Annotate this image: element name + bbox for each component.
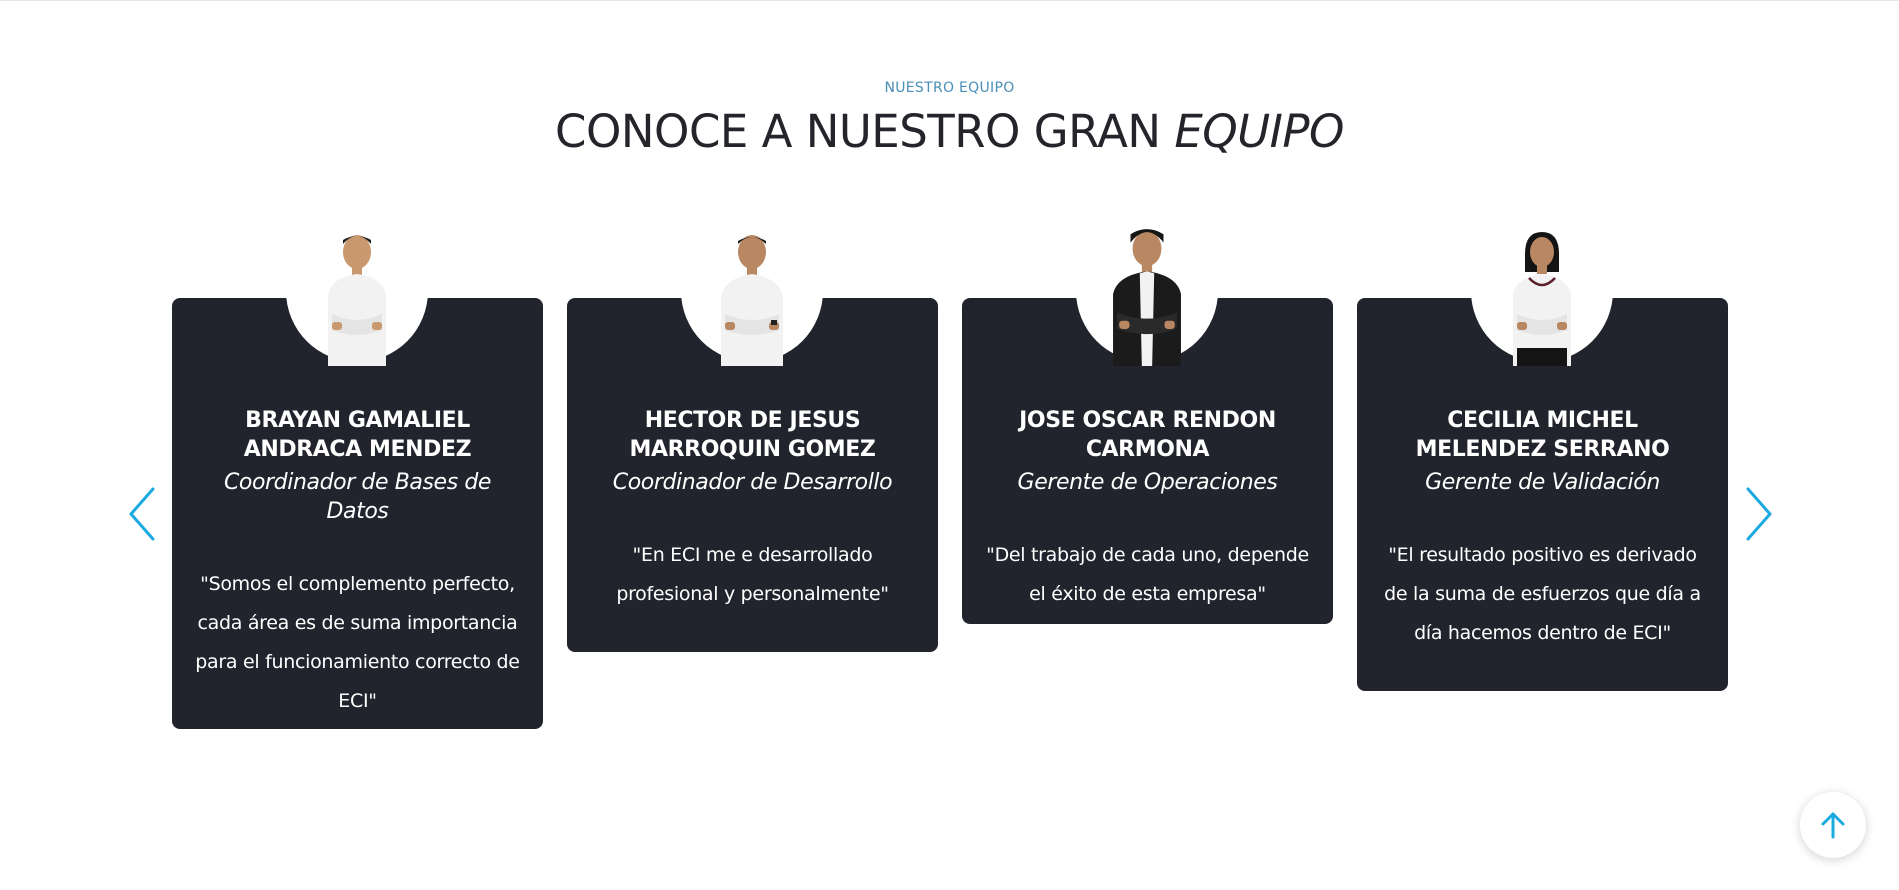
team-member-role: Gerente de Operaciones (1017, 470, 1278, 495)
section-eyebrow: NUESTRO EQUIPO (884, 80, 1015, 96)
chevron-right-icon (1746, 487, 1772, 541)
team-member-name: CECILIA MICHEL MELENDEZ SERRANO (1415, 408, 1670, 462)
carousel-prev-button[interactable] (122, 482, 162, 546)
team-member-photo (1513, 232, 1571, 366)
team-photo-frame (681, 235, 823, 366)
team-member-quote: "El resultado positivo es derivado de la… (1384, 544, 1701, 644)
team-member-name: HECTOR DE JESUS MARROQUIN GOMEZ (629, 408, 876, 462)
team-member-name: JOSE OSCAR RENDON CARMONA (1019, 408, 1276, 462)
team-member-photo (1113, 229, 1181, 366)
team-member-name: BRAYAN GAMALIEL ANDRACA MENDEZ (243, 408, 472, 462)
team-photo-frame (1471, 232, 1613, 366)
arrow-up-icon (1821, 812, 1845, 839)
team-member-quote: "Somos el complemento perfecto, cada áre… (195, 573, 520, 712)
top-divider (0, 0, 1899, 1)
scroll-to-top-button[interactable] (1800, 792, 1866, 858)
team-photo-frame (286, 235, 428, 366)
team-card: CECILIA MICHEL MELENDEZ SERRANO Gerente … (1357, 232, 1728, 691)
chevron-left-icon (129, 487, 155, 541)
team-member-role: Gerente de Validación (1425, 470, 1660, 495)
team-member-quote: "En ECI me e desarrollado profesional y … (616, 544, 889, 605)
team-member-photo (721, 235, 783, 366)
section-title: CONOCE A NUESTRO GRAN EQUIPO (0, 102, 1899, 162)
section-title-main: CONOCE A NUESTRO GRAN (555, 105, 1175, 158)
team-card: HECTOR DE JESUS MARROQUIN GOMEZ Coordina… (567, 235, 938, 652)
team-photo-frame (1076, 229, 1218, 366)
section-title-emphasis: EQUIPO (1174, 105, 1344, 158)
team-member-role: Coordinador de Bases de Datos (223, 470, 492, 524)
team-member-quote: "Del trabajo de cada uno, depende el éxi… (986, 544, 1309, 605)
carousel-next-button[interactable] (1739, 482, 1779, 546)
team-card: BRAYAN GAMALIEL ANDRACA MENDEZ Coordinad… (172, 235, 543, 729)
team-member-photo (328, 235, 386, 366)
team-card: JOSE OSCAR RENDON CARMONA Gerente de Ope… (962, 229, 1333, 624)
team-member-role: Coordinador de Desarrollo (612, 470, 893, 495)
